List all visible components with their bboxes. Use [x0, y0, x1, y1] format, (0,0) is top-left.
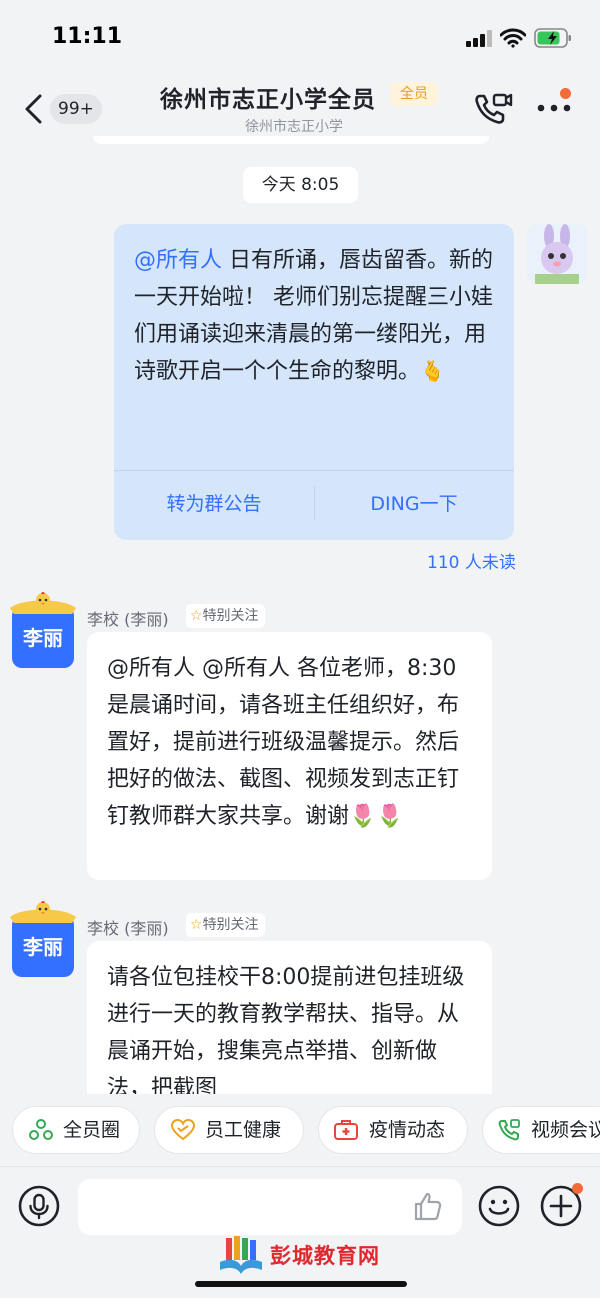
- chat-header: 99+ 徐州市志正小学全员 全员 徐州市志正小学: [0, 80, 600, 142]
- sender-avatar[interactable]: 李丽: [10, 592, 76, 668]
- home-indicator[interactable]: [195, 1281, 407, 1287]
- chip-label: 疫情动态: [369, 1119, 446, 1141]
- circle-group-icon: [29, 1119, 53, 1140]
- add-notification-dot: [572, 1183, 583, 1194]
- video-phone-icon: [498, 1119, 520, 1141]
- finger-heart-emoji: 🫰: [420, 359, 445, 383]
- unread-count-badge[interactable]: 99+: [50, 94, 102, 124]
- group-title[interactable]: 徐州市志正小学全员: [160, 80, 376, 114]
- chick-hat-icon: [10, 901, 76, 923]
- quick-video-meeting[interactable]: 视频会议: [482, 1106, 600, 1154]
- quick-all-members-circle[interactable]: 全员圈: [12, 1106, 140, 1154]
- convert-to-announcement-button[interactable]: 转为群公告: [114, 486, 314, 522]
- my-avatar[interactable]: [527, 224, 587, 284]
- more-icon[interactable]: [536, 102, 572, 114]
- wifi-icon: [500, 28, 526, 48]
- special-follow-tag: ☆特别关注: [186, 604, 265, 628]
- heart-icon: [171, 1119, 195, 1141]
- status-bar: 11:11: [0, 0, 600, 80]
- unread-status[interactable]: 110 人未读: [427, 548, 516, 573]
- previous-message-edge: [93, 136, 489, 144]
- signal-icon: [466, 30, 492, 47]
- input-bar: [0, 1166, 600, 1298]
- medical-kit-icon: [334, 1120, 358, 1140]
- my-message-bubble[interactable]: @所有人 日有所诵，唇齿留香。新的一天开始啦！ 老师们别忘提醒三小娃们用诵读迎来…: [114, 224, 514, 540]
- avatar-name: 李丽: [23, 626, 63, 650]
- star-icon: ☆: [190, 917, 203, 933]
- quick-epidemic-updates[interactable]: 疫情动态: [318, 1106, 468, 1154]
- special-follow-label: 特别关注: [202, 608, 259, 624]
- message-bubble[interactable]: 请各位包挂校干8:00提前进包挂班级进行一天的教育教学帮扶、指导。从晨诵开始，搜…: [87, 941, 492, 1111]
- message-bubble[interactable]: @所有人 @所有人 各位老师，8:30是晨诵时间，请各班主任组织好，布置好，提前…: [87, 632, 492, 880]
- special-follow-label: 特别关注: [202, 917, 259, 933]
- bunny-avatar-icon: [535, 224, 579, 284]
- quick-action-bar: 全员圈 员工健康 疫情动态 视频会议: [0, 1094, 600, 1166]
- chip-label: 视频会议: [531, 1119, 600, 1141]
- chick-hat-icon: [10, 592, 76, 614]
- bubble-divider: [114, 470, 514, 471]
- message-input[interactable]: [78, 1179, 462, 1235]
- emoji-icon[interactable]: [478, 1185, 520, 1227]
- star-icon: ☆: [190, 608, 203, 624]
- sender-name[interactable]: 李校 (李丽): [87, 606, 169, 630]
- mention-all[interactable]: @所有人: [134, 248, 222, 273]
- chip-label: 员工健康: [205, 1119, 282, 1141]
- all-members-tag: 全员: [390, 82, 438, 106]
- sender-avatar[interactable]: 李丽: [10, 901, 76, 977]
- voice-input-icon[interactable]: [18, 1185, 60, 1227]
- message-timestamp: 今天 8:05: [243, 167, 358, 203]
- thumbs-up-icon[interactable]: [412, 1191, 444, 1223]
- notification-dot: [560, 88, 571, 99]
- back-arrow-icon[interactable]: [22, 94, 44, 124]
- call-video-icon[interactable]: [474, 92, 514, 126]
- message-text: 请各位包挂校干8:00提前进包挂班级进行一天的教育教学帮扶、指导。从晨诵开始，搜…: [107, 965, 465, 1101]
- avatar-name: 李丽: [23, 935, 63, 959]
- chip-label: 全员圈: [63, 1119, 121, 1141]
- ding-button[interactable]: DING一下: [314, 486, 514, 522]
- my-message-text: @所有人 日有所诵，唇齿留香。新的一天开始啦！ 老师们别忘提醒三小娃们用诵读迎来…: [134, 242, 499, 390]
- battery-icon: [534, 28, 571, 48]
- group-subtitle: 徐州市志正小学: [245, 119, 343, 135]
- watermark-text: 彭城教育网: [270, 1244, 380, 1268]
- quick-employee-health[interactable]: 员工健康: [154, 1106, 304, 1154]
- special-follow-tag: ☆特别关注: [186, 913, 265, 937]
- status-time: 11:11: [52, 24, 123, 49]
- sender-name[interactable]: 李校 (李丽): [87, 915, 169, 939]
- book-logo-icon: [220, 1236, 262, 1274]
- message-text: @所有人 @所有人 各位老师，8:30是晨诵时间，请各班主任组织好，布置好，提前…: [107, 656, 460, 829]
